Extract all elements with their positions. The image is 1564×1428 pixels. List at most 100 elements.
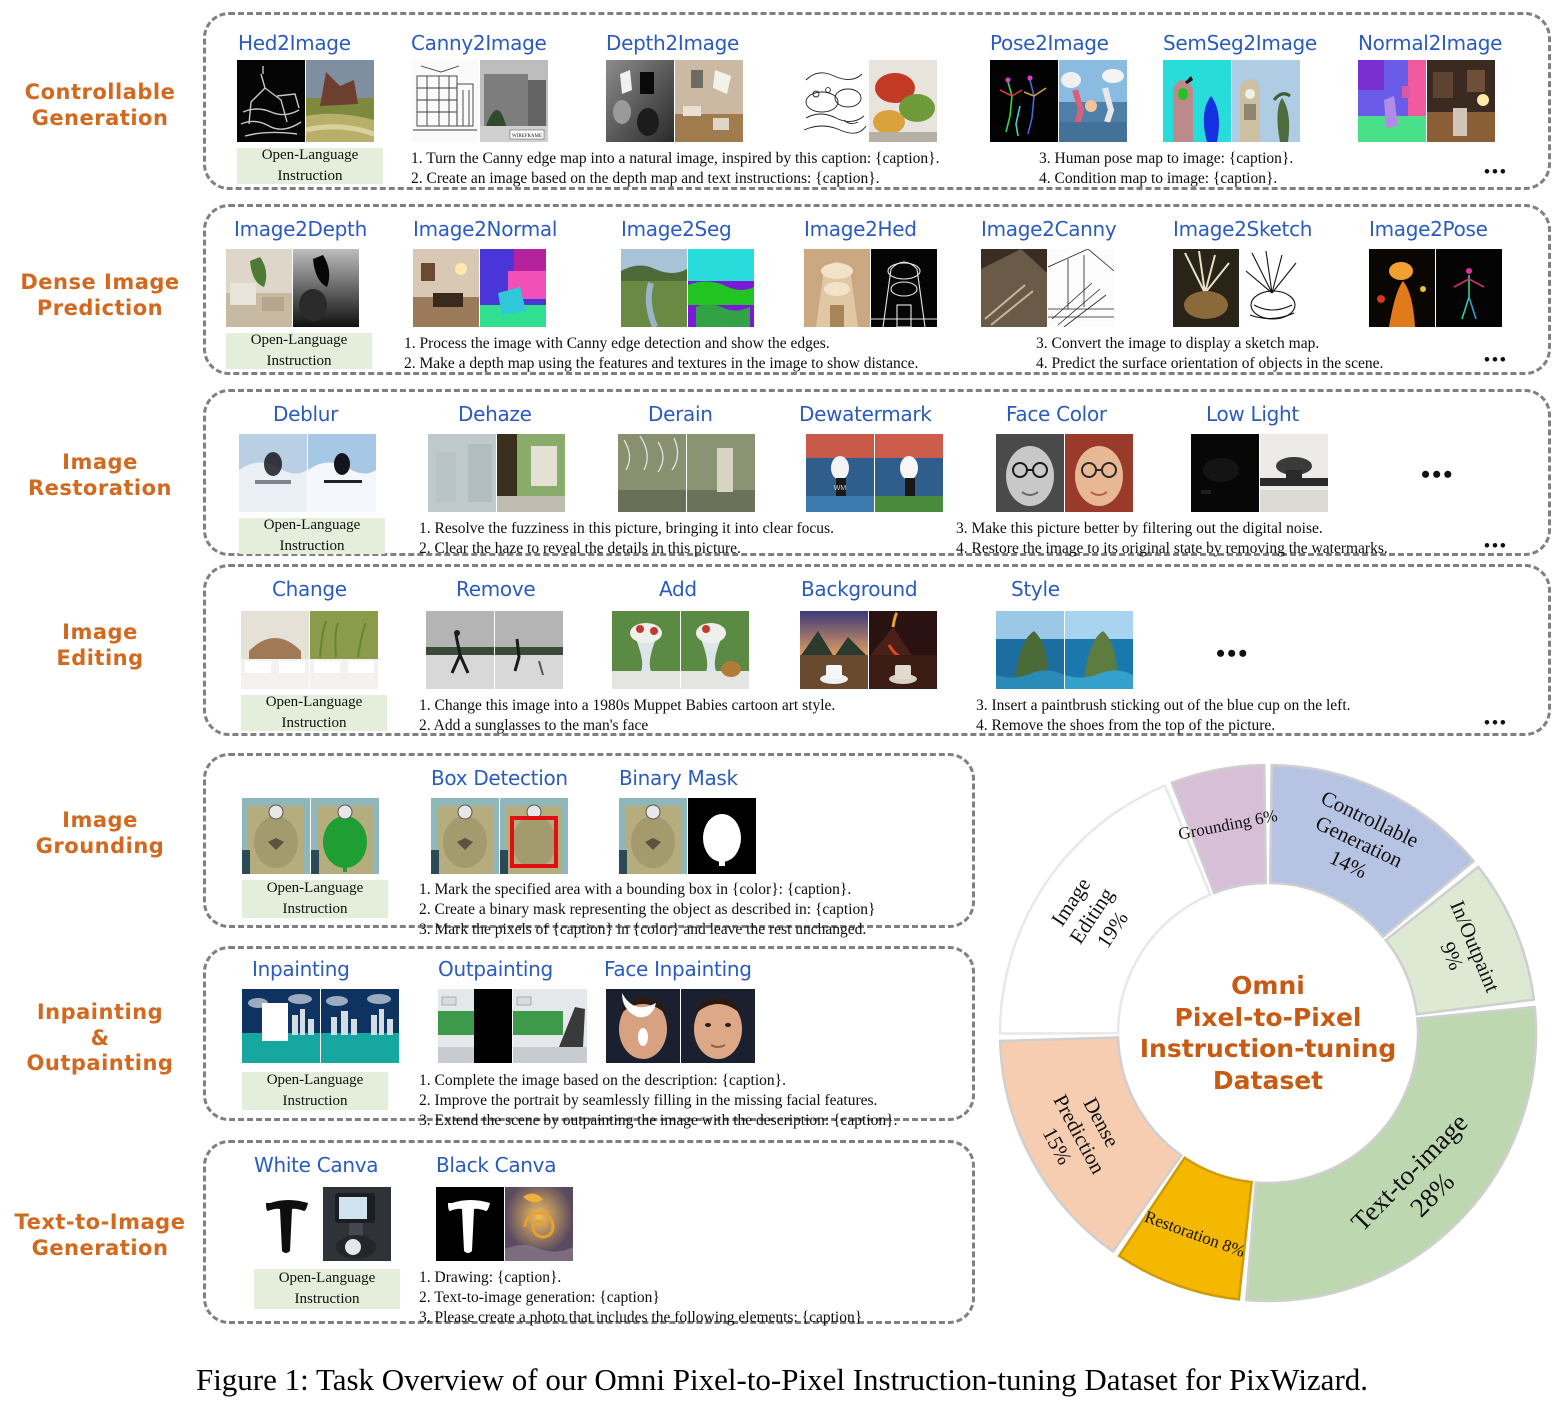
open-language-instruction-7: Open-Language Instruction	[254, 1269, 400, 1309]
section-dense-image-prediction: Image2Depth Image2Normal Image2Seg Image…	[203, 204, 1551, 375]
svg-text:WM: WM	[834, 485, 847, 492]
thumbnail-clock-bounding-box	[500, 798, 568, 874]
task-title-derain: Derain	[648, 402, 713, 426]
task-title-image2sketch: Image2Sketch	[1173, 217, 1313, 241]
ellipsis-row-2: •••	[1484, 350, 1508, 369]
task-title-hed2image: Hed2Image	[238, 31, 351, 55]
task-title-image2depth: Image2Depth	[234, 217, 367, 241]
thumbnail-escalator-cropped	[438, 989, 512, 1063]
section-image-restoration: Deblur Dehaze Derain Dewatermark Face Co…	[203, 389, 1551, 557]
section-label-text-to-image-generation: Text-to-Image Generation	[14, 1210, 186, 1260]
thumbnail-rain	[618, 434, 686, 512]
thumbnail-landscape-photo	[621, 249, 687, 327]
section-label-inpainting-outpainting: Inpainting & Outpainting	[26, 1000, 174, 1076]
thumbnail-dancer-photo	[1369, 249, 1435, 327]
thumbnail-snail-artwork	[505, 1187, 573, 1261]
thumbnail-binary-mask	[688, 798, 756, 874]
instruction-4-4: 4. Remove the shoes from the top of the …	[976, 717, 1276, 734]
thumbnail-city-masked	[242, 989, 320, 1063]
thumbnail-pose-map	[990, 60, 1058, 142]
thumbnail-depth-map	[606, 60, 674, 142]
thumbnail-tennis-watermark: WM	[806, 434, 874, 512]
task-title-box-detection: Box Detection	[431, 766, 568, 790]
thumbnail-clear	[497, 434, 565, 512]
thumbnail-landscape-seg	[688, 249, 754, 327]
ellipsis-row-4: •••	[1484, 713, 1508, 732]
thumbnail-bedroom-original	[241, 611, 309, 689]
thumbnail-plant-sketch	[1240, 249, 1306, 327]
task-title-image2normal: Image2Normal	[413, 217, 558, 241]
task-title-image2canny: Image2Canny	[981, 217, 1117, 241]
section-controllable-generation: Hed2Image Canny2Image Depth2Image Pose2I…	[203, 12, 1551, 190]
thumbnail-city-filled	[321, 989, 399, 1063]
thumbnail-plant-photo	[1173, 249, 1239, 327]
task-title-dewatermark: Dewatermark	[799, 402, 932, 426]
thumbnail-clock-mask-src	[619, 798, 687, 874]
section-image-grounding: Box Detection Binary Mask Open-Language …	[203, 753, 975, 938]
thumbnail-white-canvas-letter	[254, 1187, 322, 1261]
thumbnail-face-restored	[681, 989, 755, 1063]
dataset-distribution-donut-chart: Controllable Generation 14% In/Outpaint 9% Te…	[983, 748, 1553, 1318]
olang-line1: Open-Language	[250, 331, 348, 348]
ellipsis-row-3: •••	[1484, 536, 1508, 555]
task-title-semseg2image: SemSeg2Image	[1163, 31, 1317, 55]
thumbnail-clock-box-src	[431, 798, 499, 874]
thumbnail-canny-photo: WIREFRAME	[480, 60, 548, 142]
thumbnail-food-photo	[869, 60, 937, 142]
task-title-dehaze: Dehaze	[458, 402, 532, 426]
thumbnail-clock-green-mask	[311, 798, 379, 874]
task-title-image2hed: Image2Hed	[804, 217, 917, 241]
olang-line1: Open-Language	[265, 693, 363, 710]
instruction-1-4: 4. Condition map to image: {caption}.	[1039, 170, 1278, 187]
task-title-style: Style	[1011, 577, 1060, 601]
thumbnail-pose-photo	[1059, 60, 1127, 142]
open-language-instruction-6: Open-Language Instruction	[242, 1072, 388, 1110]
task-title-binary-mask: Binary Mask	[619, 766, 738, 790]
task-title-face-inpainting: Face Inpainting	[604, 957, 752, 981]
figure-caption: Figure 1: Task Overview of our Omni Pixe…	[195, 1362, 1369, 1397]
thumbnail-depth-photo	[675, 60, 743, 142]
open-language-instruction-1: Open-Language Instruction	[237, 146, 383, 184]
open-language-instruction-4: Open-Language Instruction	[241, 693, 387, 731]
thumbnail-vase-before	[612, 611, 680, 689]
donut-svg: ControllableGeneration14%In/Outpaint9%Te…	[998, 763, 1538, 1303]
thumbnail-vase-after	[681, 611, 749, 689]
thumbnail-semseg-map	[1163, 60, 1231, 142]
thumbnail-normal-photo	[1427, 60, 1495, 142]
thumbnail-stairs-photo	[981, 249, 1047, 327]
thumbnail-lowlight-bright	[1260, 434, 1328, 512]
instruction-5-3: 3. Mark the pixels of {caption} in {colo…	[419, 921, 867, 938]
thumbnail-black-canvas-letter	[436, 1187, 504, 1261]
thumbnail-ski-blur	[239, 434, 307, 512]
olang-line2: Instruction	[277, 168, 343, 184]
thumbnail-ski-sharp	[308, 434, 376, 512]
open-language-instruction-3: Open-Language Instruction	[239, 517, 385, 554]
task-title-inpainting: Inpainting	[252, 957, 350, 981]
instruction-4-2: 2. Add a sunglasses to the man's face	[419, 717, 649, 734]
task-title-add: Add	[659, 577, 697, 601]
section-inpainting-outpainting: Inpainting Outpainting Face Inpainting O…	[203, 946, 975, 1129]
olang-line2: Instruction	[281, 715, 347, 731]
instruction-2-4: 4. Predict the surface orientation of ob…	[1036, 355, 1384, 372]
thumbnail-face-color	[1065, 434, 1133, 512]
task-title-remove: Remove	[456, 577, 536, 601]
donut-slice-text-to-image	[1244, 1005, 1538, 1303]
instruction-3-2: 2. Clear the haze to reveal the details …	[419, 540, 741, 557]
thumbnail-bedroom-edited	[310, 611, 378, 689]
task-title-image2seg: Image2Seg	[621, 217, 732, 241]
olang-line1: Open-Language	[266, 879, 364, 896]
thumbnail-normal-map	[1358, 60, 1426, 142]
thumbnail-tennis-clean	[875, 434, 943, 512]
olang-line1: Open-Language	[261, 146, 359, 163]
instruction-1-2: 2. Create an image based on the depth ma…	[411, 170, 880, 187]
thumbnail-stairs-canny	[1048, 249, 1114, 327]
thumbnail-camera-robot	[323, 1187, 391, 1261]
instruction-3-4: 4. Restore the image to its original sta…	[956, 540, 1388, 557]
thumbnail-derained	[687, 434, 755, 512]
section-label-dense-image-prediction: Dense Image Prediction	[20, 270, 180, 320]
olang-line1: Open-Language	[278, 1269, 376, 1286]
thumbnail-hall-photo	[804, 249, 870, 327]
thumbnail-hed-edge	[237, 60, 305, 142]
olang-line2: Instruction	[282, 901, 348, 917]
thumbnail-cliff-original	[996, 611, 1064, 689]
